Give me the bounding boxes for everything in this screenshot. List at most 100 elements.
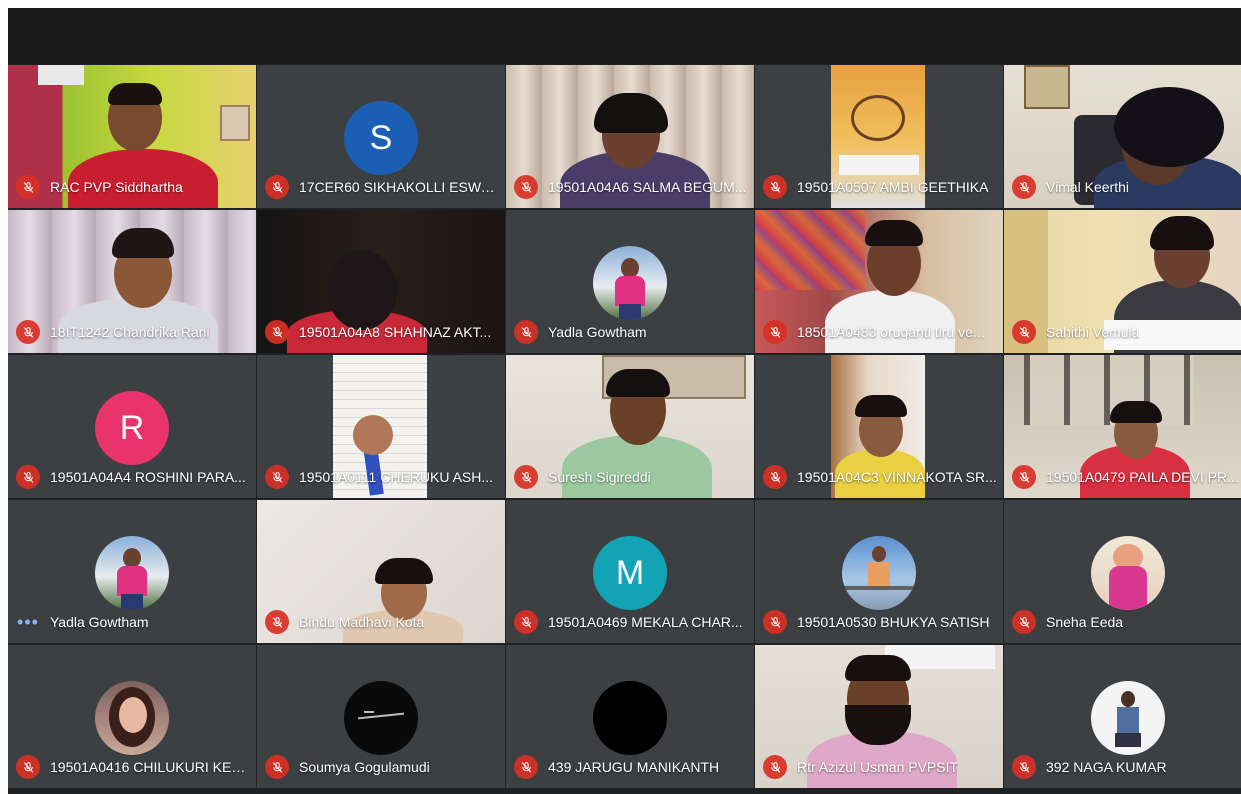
participant-tile[interactable]: Suresh Sigireddi: [506, 355, 754, 498]
participant-tile[interactable]: 19501A0507 AMBI GEETHIKA: [755, 65, 1003, 208]
participant-name: Yadla Gowtham: [50, 614, 149, 630]
avatar: [842, 536, 916, 610]
participant-tile[interactable]: 19501A0111 CHERUKU ASH...: [257, 355, 505, 498]
participant-name: 19501A0530 BHUKYA SATISH: [797, 614, 990, 630]
participant-tile[interactable]: Bindu Madhavi Kota: [257, 500, 505, 643]
participant-nameplate: RAC PVP Siddhartha: [16, 175, 250, 199]
participant-tile[interactable]: M 19501A0469 MEKALA CHAR...: [506, 500, 754, 643]
mic-off-icon: [763, 320, 787, 344]
participant-nameplate: 19501A0416 CHILUKURI KEE...: [16, 755, 250, 779]
participant-tile[interactable]: Rtr Azizul Usman PVPSIT: [755, 645, 1003, 788]
participant-nameplate: 19501A04A6 SALMA BEGUM...: [514, 175, 748, 199]
mic-off-icon: [265, 755, 289, 779]
participant-name: 439 JARUGU MANIKANTH: [548, 759, 720, 775]
participant-tile[interactable]: Sneha Eeda: [1004, 500, 1241, 643]
participant-name: Soumya Gogulamudi: [299, 759, 430, 775]
participant-tile[interactable]: Soumya Gogulamudi: [257, 645, 505, 788]
participant-name: 19501A04A6 SALMA BEGUM...: [548, 179, 747, 195]
mic-off-icon: [763, 175, 787, 199]
mic-off-icon: [514, 610, 538, 634]
participant-name: Rtr Azizul Usman PVPSIT: [797, 759, 959, 775]
mic-off-icon: [16, 465, 40, 489]
participant-nameplate: 18IT1242 Chandrika Rani: [16, 320, 250, 344]
participant-name: Vimal Keerthi: [1046, 179, 1130, 195]
participant-tile[interactable]: Vimal Keerthi: [1004, 65, 1241, 208]
mic-off-icon: [1012, 175, 1036, 199]
avatar: [1091, 536, 1165, 610]
participant-name: Bindu Madhavi Kota: [299, 614, 425, 630]
participant-nameplate: Bindu Madhavi Kota: [265, 610, 499, 634]
avatar: [1091, 681, 1165, 755]
participant-nameplate: Yadla Gowtham: [514, 320, 748, 344]
mic-off-icon: [265, 610, 289, 634]
participant-nameplate: Suresh Sigireddi: [514, 465, 748, 489]
mic-off-icon: [1012, 610, 1036, 634]
participant-name: RAC PVP Siddhartha: [50, 179, 183, 195]
participant-grid: RAC PVP Siddhartha S 17CER60 SIKHAKOLLI …: [8, 65, 1241, 792]
participant-name: Suresh Sigireddi: [548, 469, 651, 485]
participant-tile[interactable]: 19501A04A8 SHAHNAZ AKT...: [257, 210, 505, 353]
mic-off-icon: [265, 320, 289, 344]
participant-nameplate: 19501A0479 PAILA DEVI PR...: [1012, 465, 1241, 489]
participant-tile[interactable]: 392 NAGA KUMAR: [1004, 645, 1241, 788]
mic-off-icon: [16, 755, 40, 779]
participant-nameplate: 439 JARUGU MANIKANTH: [514, 755, 748, 779]
participant-tile[interactable]: 18IT1242 Chandrika Rani: [8, 210, 256, 353]
participant-nameplate: 19501A04A8 SHAHNAZ AKT...: [265, 320, 499, 344]
participant-nameplate: Soumya Gogulamudi: [265, 755, 499, 779]
participant-nameplate: 19501A0530 BHUKYA SATISH: [763, 610, 997, 634]
participant-name: 18IT1242 Chandrika Rani: [50, 324, 210, 340]
mic-off-icon: [265, 175, 289, 199]
participant-tile[interactable]: S 17CER60 SIKHAKOLLI ESWA...: [257, 65, 505, 208]
participant-name: 19501A0469 MEKALA CHAR...: [548, 614, 743, 630]
participant-name: 19501A04A8 SHAHNAZ AKT...: [299, 324, 492, 340]
participant-tile[interactable]: 19501A0530 BHUKYA SATISH: [755, 500, 1003, 643]
participant-tile[interactable]: ••• Yadla Gowtham: [8, 500, 256, 643]
mic-off-icon: [514, 465, 538, 489]
participant-nameplate: 19501A04C3 VINNAKOTA SR...: [763, 465, 997, 489]
mic-off-icon: [16, 175, 40, 199]
participant-name: Sahithi Vemula: [1046, 324, 1140, 340]
mic-off-icon: [763, 610, 787, 634]
avatar: [344, 681, 418, 755]
participant-name: 19501A04C3 VINNAKOTA SR...: [797, 469, 997, 485]
participant-nameplate: 19501A0111 CHERUKU ASH...: [265, 465, 499, 489]
participant-nameplate: 17CER60 SIKHAKOLLI ESWA...: [265, 175, 499, 199]
participant-name: Sneha Eeda: [1046, 614, 1124, 630]
mic-off-icon: [763, 465, 787, 489]
participant-tile[interactable]: 439 JARUGU MANIKANTH: [506, 645, 754, 788]
mic-off-icon: [1012, 465, 1036, 489]
participant-nameplate: Sneha Eeda: [1012, 610, 1241, 634]
participant-tile[interactable]: Sahithi Vemula: [1004, 210, 1241, 353]
avatar: [95, 681, 169, 755]
meeting-window: RAC PVP Siddhartha S 17CER60 SIKHAKOLLI …: [8, 8, 1241, 794]
participant-name: 392 NAGA KUMAR: [1046, 759, 1167, 775]
avatar: [593, 246, 667, 320]
more-options-icon[interactable]: •••: [16, 610, 40, 634]
participant-tile[interactable]: 19501A04C3 VINNAKOTA SR...: [755, 355, 1003, 498]
mic-off-icon: [265, 465, 289, 489]
mic-off-icon: [1012, 320, 1036, 344]
participant-tile[interactable]: 19501A04A6 SALMA BEGUM...: [506, 65, 754, 208]
participant-nameplate: Sahithi Vemula: [1012, 320, 1241, 344]
participant-tile[interactable]: 18501A0483 oruganti tiru ve...: [755, 210, 1003, 353]
avatar: S: [344, 101, 418, 175]
mic-off-icon: [514, 175, 538, 199]
avatar: [593, 681, 667, 755]
participant-nameplate: 18501A0483 oruganti tiru ve...: [763, 320, 997, 344]
avatar: R: [95, 391, 169, 465]
participant-name: 19501A04A4 ROSHINI PARA...: [50, 469, 246, 485]
participant-tile[interactable]: 19501A0479 PAILA DEVI PR...: [1004, 355, 1241, 498]
top-bar: [8, 8, 1241, 64]
participant-tile[interactable]: 19501A0416 CHILUKURI KEE...: [8, 645, 256, 788]
participant-name: 19501A0479 PAILA DEVI PR...: [1046, 469, 1239, 485]
participant-nameplate: 392 NAGA KUMAR: [1012, 755, 1241, 779]
participant-name: 17CER60 SIKHAKOLLI ESWA...: [299, 179, 499, 195]
participant-nameplate: 19501A04A4 ROSHINI PARA...: [16, 465, 250, 489]
participant-tile[interactable]: Yadla Gowtham: [506, 210, 754, 353]
mic-off-icon: [514, 755, 538, 779]
participant-name: Yadla Gowtham: [548, 324, 647, 340]
participant-nameplate: Vimal Keerthi: [1012, 175, 1241, 199]
participant-tile[interactable]: R 19501A04A4 ROSHINI PARA...: [8, 355, 256, 498]
participant-tile[interactable]: RAC PVP Siddhartha: [8, 65, 256, 208]
